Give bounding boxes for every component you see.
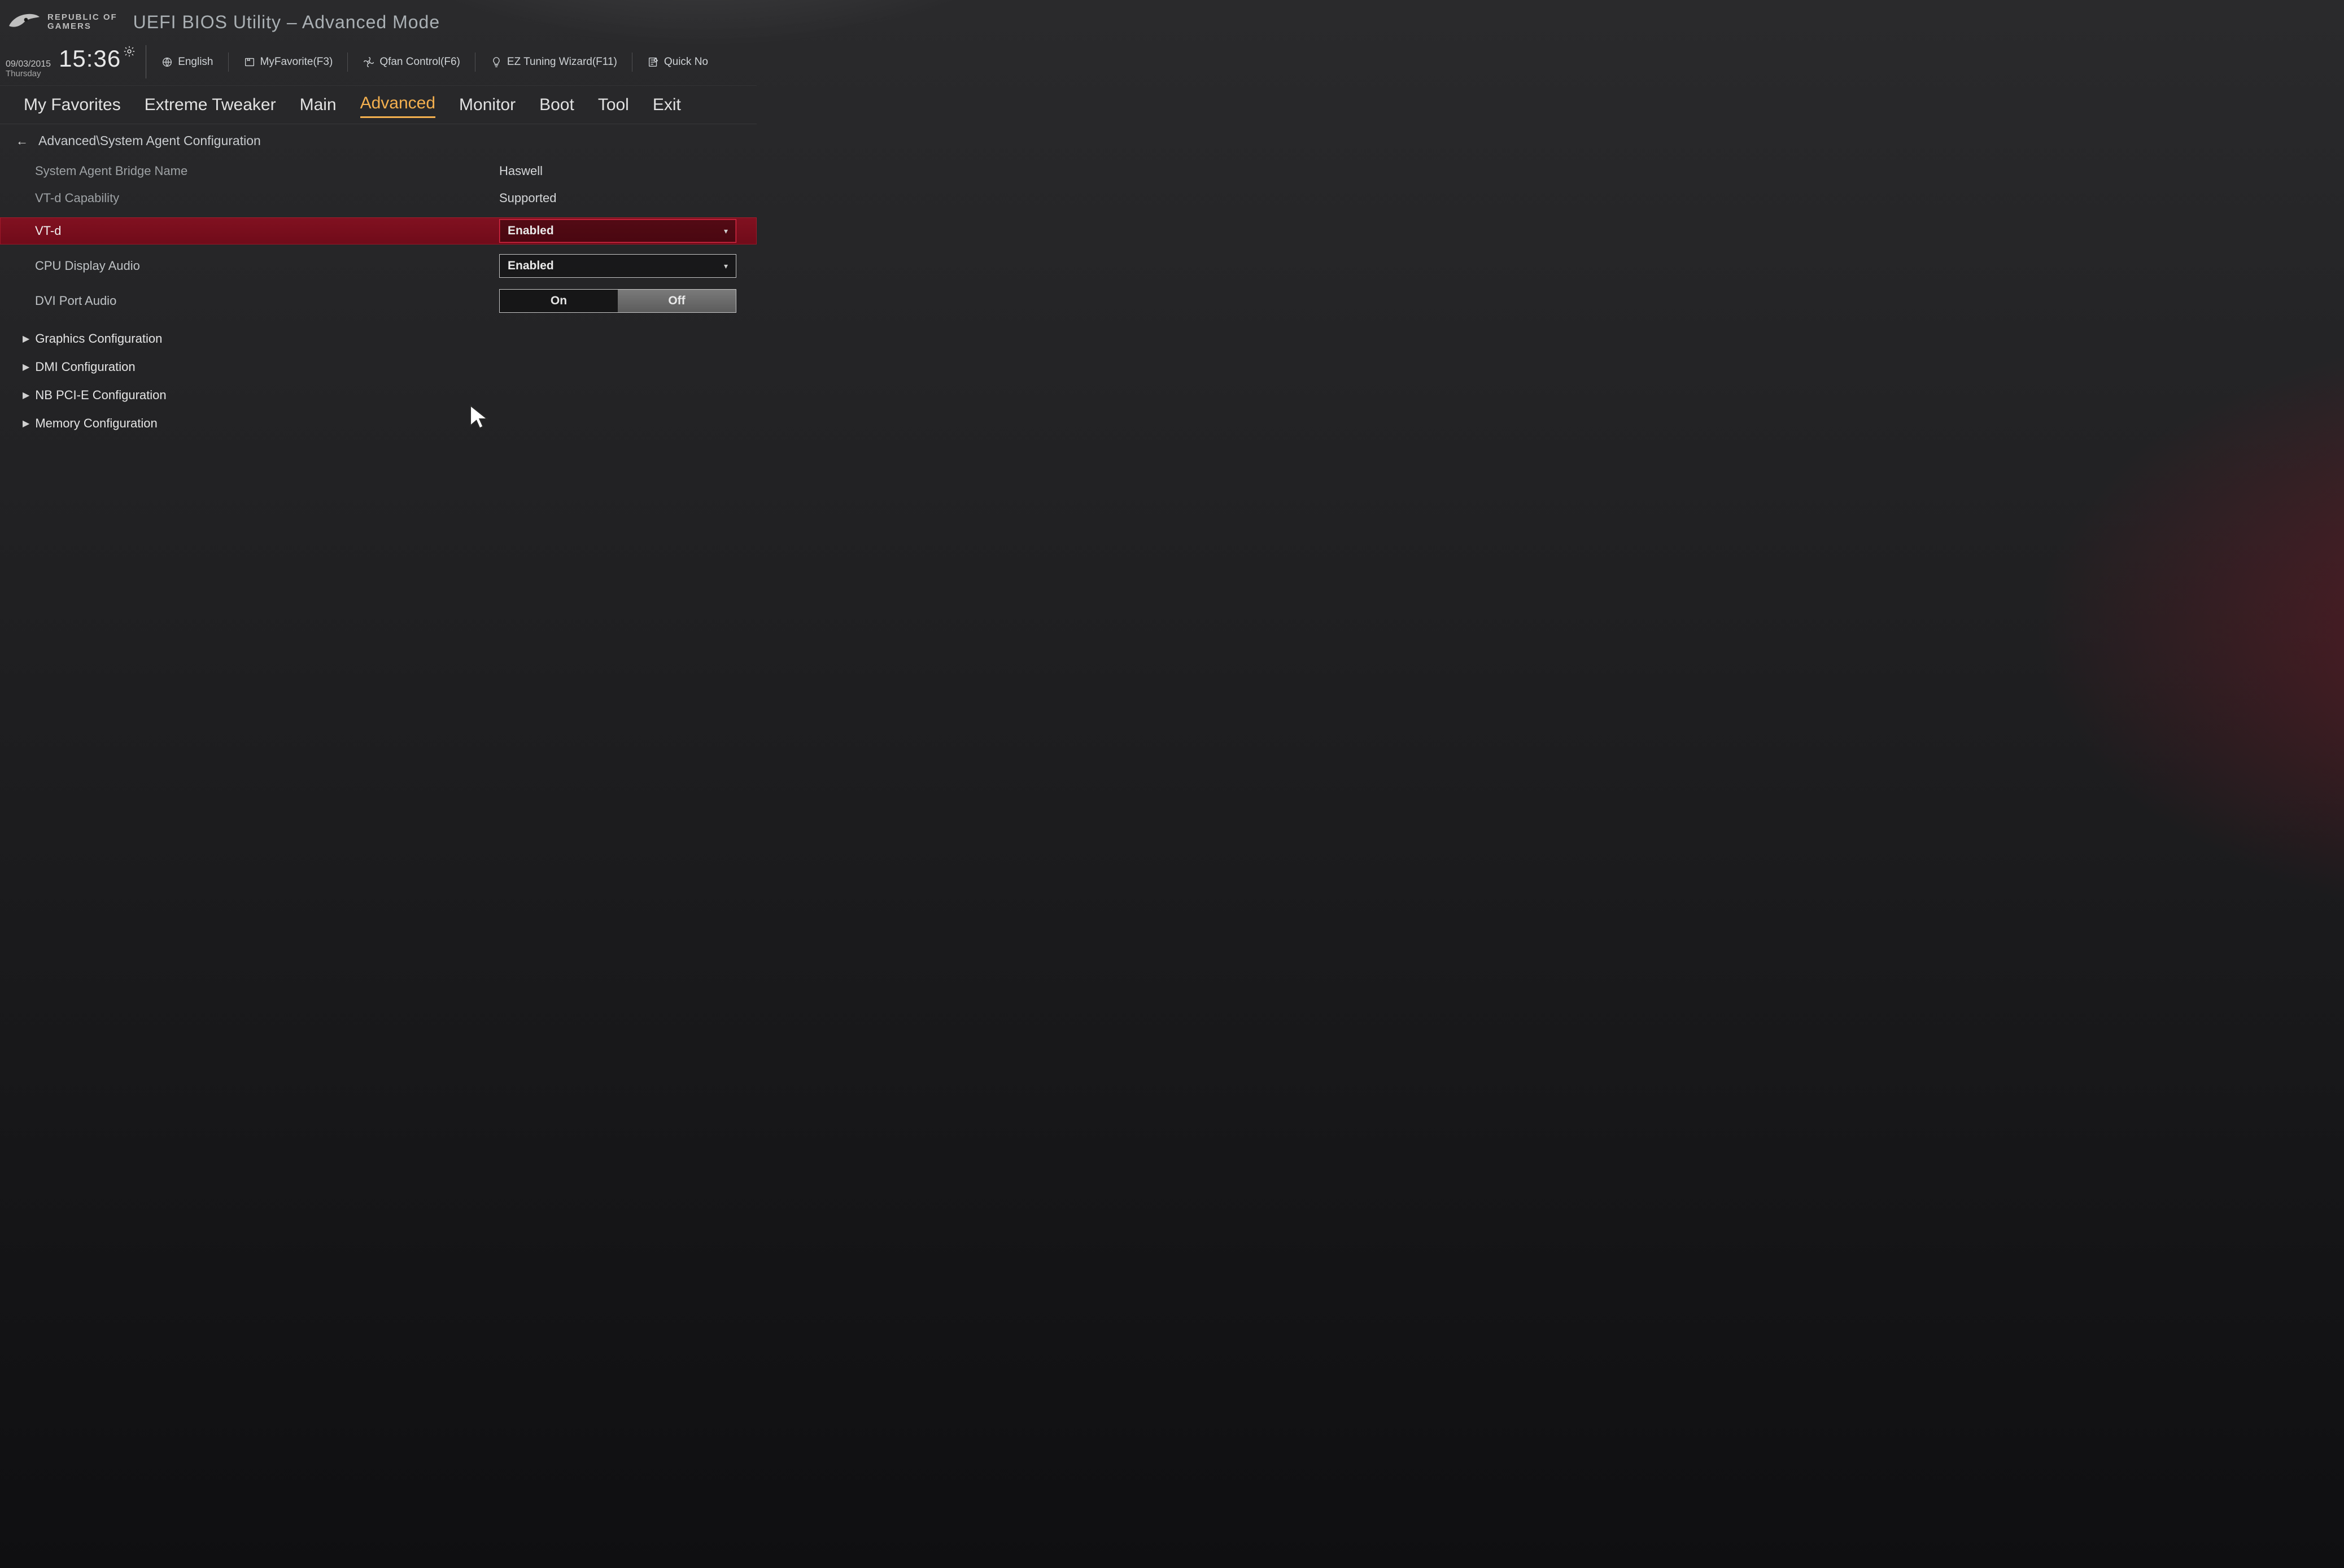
rog-eye-icon <box>7 10 41 34</box>
header-brand: REPUBLIC OF GAMERS UEFI BIOS Utility – A… <box>0 0 757 35</box>
chevron-right-icon: ▶ <box>23 418 29 429</box>
tab-my-favorites[interactable]: My Favorites <box>24 95 121 118</box>
brand-line1: REPUBLIC OF <box>47 13 117 22</box>
settings-panel: System Agent Bridge Name Haswell VT-d Ca… <box>0 153 757 438</box>
ez-wizard-button[interactable]: EZ Tuning Wizard(F11) <box>490 56 617 68</box>
app-title: UEFI BIOS Utility – Advanced Mode <box>133 12 440 33</box>
submenu-memory-config[interactable]: ▶ Memory Configuration <box>0 409 757 438</box>
clock-settings-button[interactable] <box>123 45 136 58</box>
rog-logo: REPUBLIC OF GAMERS <box>7 10 117 34</box>
cpu-audio-label: CPU Display Audio <box>35 259 499 273</box>
row-cpu-display-audio[interactable]: CPU Display Audio Enabled ▾ <box>0 252 757 279</box>
vtd-dropdown-value: Enabled <box>508 224 554 238</box>
gear-icon <box>123 45 136 58</box>
submenu-graphics-config[interactable]: ▶ Graphics Configuration <box>0 325 757 353</box>
date-text: 09/03/2015 <box>6 59 51 69</box>
vtd-cap-value: Supported <box>499 191 742 206</box>
submenu-dmi-label: DMI Configuration <box>35 360 135 374</box>
submenu-nbpcie-config[interactable]: ▶ NB PCI-E Configuration <box>0 381 757 409</box>
back-button[interactable]: ← <box>16 134 28 148</box>
row-bridge-name: System Agent Bridge Name Haswell <box>0 158 757 185</box>
chevron-right-icon: ▶ <box>23 333 29 344</box>
row-vtd-capability: VT-d Capability Supported <box>0 185 757 212</box>
tab-advanced[interactable]: Advanced <box>360 94 435 118</box>
dvi-toggle-off[interactable]: Off <box>618 290 736 312</box>
fan-icon <box>363 56 375 68</box>
tab-main[interactable]: Main <box>300 95 337 118</box>
dvi-audio-toggle[interactable]: On Off <box>499 289 736 313</box>
tab-boot[interactable]: Boot <box>539 95 574 118</box>
qfan-label: Qfan Control(F6) <box>379 56 460 68</box>
myfavorite-label: MyFavorite(F3) <box>260 56 333 68</box>
tab-extreme-tweaker[interactable]: Extreme Tweaker <box>145 95 276 118</box>
chevron-right-icon: ▶ <box>23 361 29 373</box>
submenu-nbpcie-label: NB PCI-E Configuration <box>35 388 166 403</box>
row-vtd[interactable]: VT-d Enabled ▾ <box>0 217 757 244</box>
qfan-button[interactable]: Qfan Control(F6) <box>363 56 460 68</box>
submenu-graphics-label: Graphics Configuration <box>35 331 162 346</box>
dvi-audio-label: DVI Port Audio <box>35 294 499 308</box>
cpu-audio-dropdown[interactable]: Enabled ▾ <box>499 254 736 278</box>
language-button[interactable]: English <box>161 56 213 68</box>
datetime-block: 09/03/2015 Thursday 15:36 <box>6 45 146 78</box>
vtd-label: VT-d <box>35 224 499 238</box>
vtd-dropdown[interactable]: Enabled ▾ <box>499 219 736 243</box>
vtd-cap-label: VT-d Capability <box>35 191 499 206</box>
breadcrumb-text: Advanced\System Agent Configuration <box>38 133 261 148</box>
dvi-toggle-on[interactable]: On <box>500 290 618 312</box>
chevron-down-icon: ▾ <box>724 261 728 271</box>
quicknote-button[interactable]: Quick No <box>647 56 708 68</box>
globe-icon <box>161 56 173 68</box>
main-tabs: My Favorites Extreme Tweaker Main Advanc… <box>0 86 757 124</box>
brand-line2: GAMERS <box>47 22 117 31</box>
ez-wizard-label: EZ Tuning Wizard(F11) <box>507 56 617 68</box>
day-text: Thursday <box>6 69 51 79</box>
bridge-name-label: System Agent Bridge Name <box>35 164 499 178</box>
submenu-memory-label: Memory Configuration <box>35 416 157 431</box>
tab-tool[interactable]: Tool <box>598 95 629 118</box>
breadcrumb: ← Advanced\System Agent Configuration <box>0 124 757 153</box>
favorite-icon <box>243 56 256 68</box>
separator <box>347 53 348 72</box>
separator <box>228 53 229 72</box>
time-text: 15:36 <box>59 45 121 72</box>
quicknote-label: Quick No <box>664 56 708 68</box>
language-label: English <box>178 56 213 68</box>
chevron-down-icon: ▾ <box>724 226 728 236</box>
note-icon <box>647 56 660 68</box>
info-bar: 09/03/2015 Thursday 15:36 English MyFavo… <box>0 35 757 86</box>
chevron-right-icon: ▶ <box>23 390 29 401</box>
myfavorite-button[interactable]: MyFavorite(F3) <box>243 56 333 68</box>
row-dvi-port-audio[interactable]: DVI Port Audio On Off <box>0 287 757 315</box>
cpu-audio-dropdown-value: Enabled <box>508 259 554 273</box>
tab-exit[interactable]: Exit <box>653 95 681 118</box>
tab-monitor[interactable]: Monitor <box>459 95 516 118</box>
bridge-name-value: Haswell <box>499 164 742 178</box>
submenu-dmi-config[interactable]: ▶ DMI Configuration <box>0 353 757 381</box>
bulb-icon <box>490 56 503 68</box>
